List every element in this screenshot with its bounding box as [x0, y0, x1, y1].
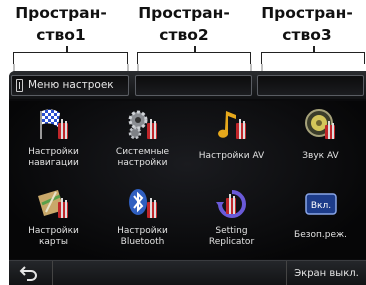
safety-mode-icon: Вкл.: [303, 186, 339, 222]
tile-label-line1: Настройки: [117, 226, 168, 236]
device-screen: Меню настроек Настройки навигации Систем…: [9, 71, 366, 285]
tile-label-line2: Bluetooth: [120, 237, 165, 247]
tile-label: Настройки AV: [187, 151, 276, 162]
safety-mode-icon-text: Вкл.: [311, 201, 331, 211]
tile-system-settings[interactable]: Системные настройки: [98, 101, 187, 180]
tile-label-line1: Системные: [115, 147, 170, 157]
menu-title: Меню настроек: [28, 79, 114, 91]
tile-label-line1: Setting: [215, 226, 248, 236]
tile-label-line1: Настройки: [28, 226, 79, 236]
callout-space3-bracket: [261, 52, 365, 64]
tile-label: Настройки Bluetooth: [98, 226, 187, 248]
tile-label-line1: Настройки AV: [198, 151, 265, 161]
tile-label-line2: Replicator: [208, 237, 255, 247]
menu-icon: [16, 79, 23, 92]
title-bar: Меню настроек: [9, 71, 366, 99]
tile-map-settings[interactable]: Настройки карты: [9, 180, 98, 259]
tile-safety-mode[interactable]: Вкл. Безоп.реж.: [276, 180, 365, 259]
callout-space3: Простран- ство3: [252, 2, 362, 46]
callout-space2: Простран- ство2: [129, 2, 239, 46]
tile-label: Setting Replicator: [187, 226, 276, 248]
checkered-flag-icon: [36, 107, 72, 143]
tile-label: Настройки навигации: [9, 147, 98, 169]
tile-label-line1: Настройки: [28, 147, 79, 157]
tile-bluetooth-settings[interactable]: Настройки Bluetooth: [98, 180, 187, 259]
screen-off-button[interactable]: Экран выкл.: [286, 261, 366, 285]
callout-space2-bracket: [137, 52, 251, 64]
title-space1: Меню настроек: [11, 75, 129, 96]
tile-label: Системные настройки: [98, 147, 187, 169]
tile-setting-replicator[interactable]: Setting Replicator: [187, 180, 276, 259]
gears-icon: [125, 107, 161, 143]
back-button[interactable]: [9, 261, 53, 285]
speaker-icon: [303, 107, 339, 143]
tile-navigation-settings[interactable]: Настройки навигации: [9, 101, 98, 180]
tile-label-line2: карты: [38, 237, 68, 247]
callout-space2-line1: Простран-: [138, 4, 230, 22]
tile-label: Настройки карты: [9, 226, 98, 248]
music-note-icon: [214, 107, 250, 143]
tile-label-line1: Безоп.реж.: [294, 230, 347, 240]
callout-space3-line1: Простран-: [261, 4, 353, 22]
settings-grid: Настройки навигации Системные настройки: [9, 101, 366, 259]
back-arrow-icon: [19, 266, 37, 281]
tile-label-line1: Звук AV: [302, 151, 339, 161]
map-icon: [36, 186, 72, 222]
callout-space1-bracket: [13, 52, 128, 64]
callout-space2-line2: ство2: [159, 26, 209, 44]
tile-label: Безоп.реж.: [276, 230, 365, 241]
bluetooth-icon: [125, 186, 161, 222]
tile-av-settings[interactable]: Настройки AV: [187, 101, 276, 180]
bottom-bar: Экран выкл.: [9, 260, 366, 285]
tile-av-sound[interactable]: Звук AV: [276, 101, 365, 180]
tile-label: Звук AV: [276, 151, 365, 162]
tile-label-line2: настройки: [117, 158, 168, 168]
replicator-icon: [214, 186, 250, 222]
title-space3: [257, 75, 364, 96]
title-space2: [135, 75, 252, 96]
callout-space1-line2: ство1: [36, 26, 86, 44]
callout-space1-line1: Простран-: [15, 4, 107, 22]
callout-space1: Простран- ство1: [6, 2, 116, 46]
callout-space3-line2: ство3: [282, 26, 332, 44]
tile-label-line2: навигации: [28, 158, 79, 168]
